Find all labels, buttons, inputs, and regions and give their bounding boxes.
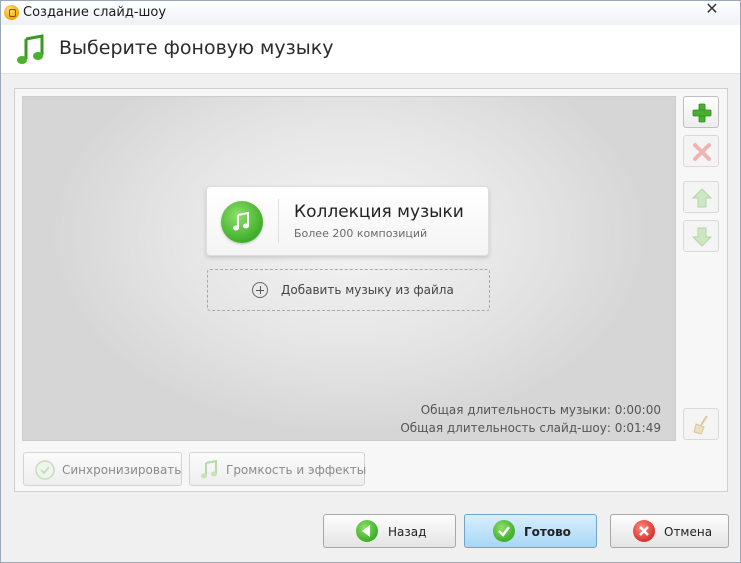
window-title: Создание слайд-шоу [23, 5, 167, 20]
broom-icon [693, 415, 708, 435]
music-note-icon [17, 34, 44, 64]
cancel-label: Отмена [664, 525, 713, 539]
arrow-up-icon [691, 188, 713, 208]
title-bar[interactable]: Создание слайд-шоу ✕ [1, 1, 740, 26]
page-header: Выберите фоновую музыку [1, 25, 740, 74]
add-music-from-file-button[interactable]: Добавить музыку из файла [207, 269, 490, 311]
music-duration-text: Общая длительность музыки: 0:00:00 [420, 403, 661, 417]
cancel-button[interactable]: Отмена [610, 514, 729, 548]
slideshow-duration-text: Общая длительность слайд-шоу: 0:01:49 [400, 421, 661, 435]
window-close-button[interactable]: ✕ [692, 1, 732, 21]
add-track-button[interactable] [683, 96, 719, 128]
close-icon [633, 520, 655, 542]
arrow-down-icon [691, 227, 713, 247]
volume-effects-button[interactable]: Громкость и эффекты [189, 452, 367, 486]
checkmark-icon [493, 520, 515, 542]
close-icon: ✕ [705, 1, 719, 18]
back-label: Назад [388, 525, 427, 539]
plus-circle-icon [252, 282, 268, 298]
music-collection-button[interactable]: Коллекция музыки Более 200 композиций [206, 186, 489, 256]
clear-list-button[interactable] [683, 408, 719, 440]
clock-check-icon [35, 460, 55, 480]
collection-subtitle: Более 200 композиций [294, 227, 428, 240]
back-button[interactable]: Назад [323, 514, 456, 548]
move-up-button[interactable] [683, 181, 719, 213]
music-note-icon [201, 459, 217, 479]
page-title: Выберите фоновую музыку [59, 37, 334, 59]
music-collection-icon [221, 201, 263, 243]
card-divider [278, 199, 279, 243]
cross-icon [693, 143, 711, 161]
remove-track-button[interactable] [683, 135, 719, 167]
dialog-window: Создание слайд-шоу ✕ Выберите фоновую му… [0, 0, 741, 563]
move-down-button[interactable] [683, 220, 719, 252]
music-note-icon [233, 211, 249, 231]
sync-label: Синхронизировать [62, 463, 182, 477]
volume-effects-label: Громкость и эффекты [226, 463, 367, 477]
done-label: Готово [524, 525, 571, 539]
arrow-left-icon [356, 520, 378, 542]
app-icon [4, 5, 19, 20]
plus-icon [692, 103, 712, 123]
done-button[interactable]: Готово [464, 514, 597, 548]
add-music-label: Добавить музыку из файла [281, 283, 454, 297]
sync-button[interactable]: Синхронизировать [23, 452, 182, 486]
collection-title: Коллекция музыки [294, 202, 464, 222]
